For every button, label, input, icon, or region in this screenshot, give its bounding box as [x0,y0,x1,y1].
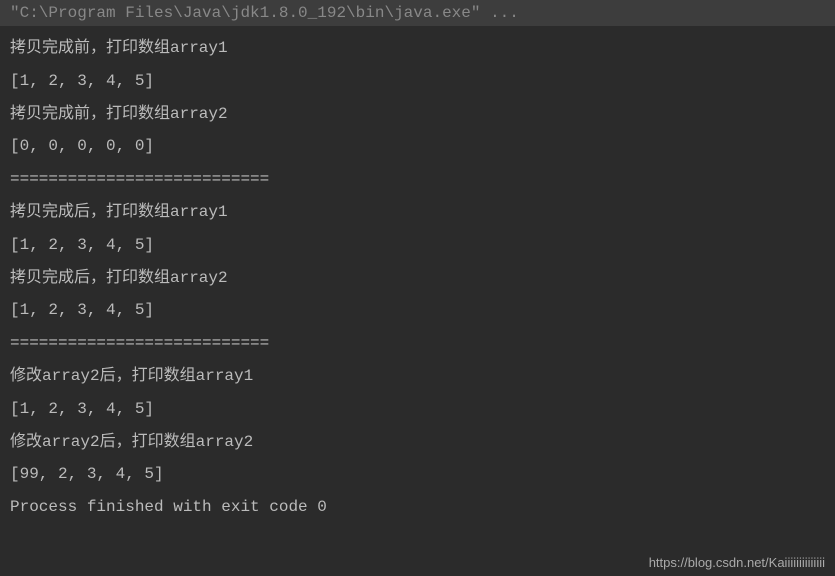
command-header: "C:\Program Files\Java\jdk1.8.0_192\bin\… [0,0,835,26]
command-text: "C:\Program Files\Java\jdk1.8.0_192\bin\… [10,4,519,22]
output-line: [1, 2, 3, 4, 5] [10,229,825,262]
output-line: Process finished with exit code 0 [10,491,825,524]
console-output: 拷贝完成前，打印数组array1 [1, 2, 3, 4, 5] 拷贝完成前，打… [0,26,835,530]
output-line: 拷贝完成后，打印数组array1 [10,196,825,229]
output-line: 修改array2后，打印数组array2 [10,426,825,459]
watermark: https://blog.csdn.net/Kaiiiiiiiiiiiiii [649,555,825,570]
watermark-text: https://blog.csdn.net/Kaiiiiiiiiiiiiii [649,555,825,570]
output-line: [1, 2, 3, 4, 5] [10,65,825,98]
output-line: [0, 0, 0, 0, 0] [10,130,825,163]
output-line: 修改array2后，打印数组array1 [10,360,825,393]
output-line: 拷贝完成前，打印数组array1 [10,32,825,65]
output-line: 拷贝完成后，打印数组array2 [10,262,825,295]
output-line: [1, 2, 3, 4, 5] [10,393,825,426]
output-line: [99, 2, 3, 4, 5] [10,458,825,491]
output-line: =========================== [10,327,825,360]
output-line: =========================== [10,163,825,196]
output-line: 拷贝完成前，打印数组array2 [10,98,825,131]
output-line: [1, 2, 3, 4, 5] [10,294,825,327]
